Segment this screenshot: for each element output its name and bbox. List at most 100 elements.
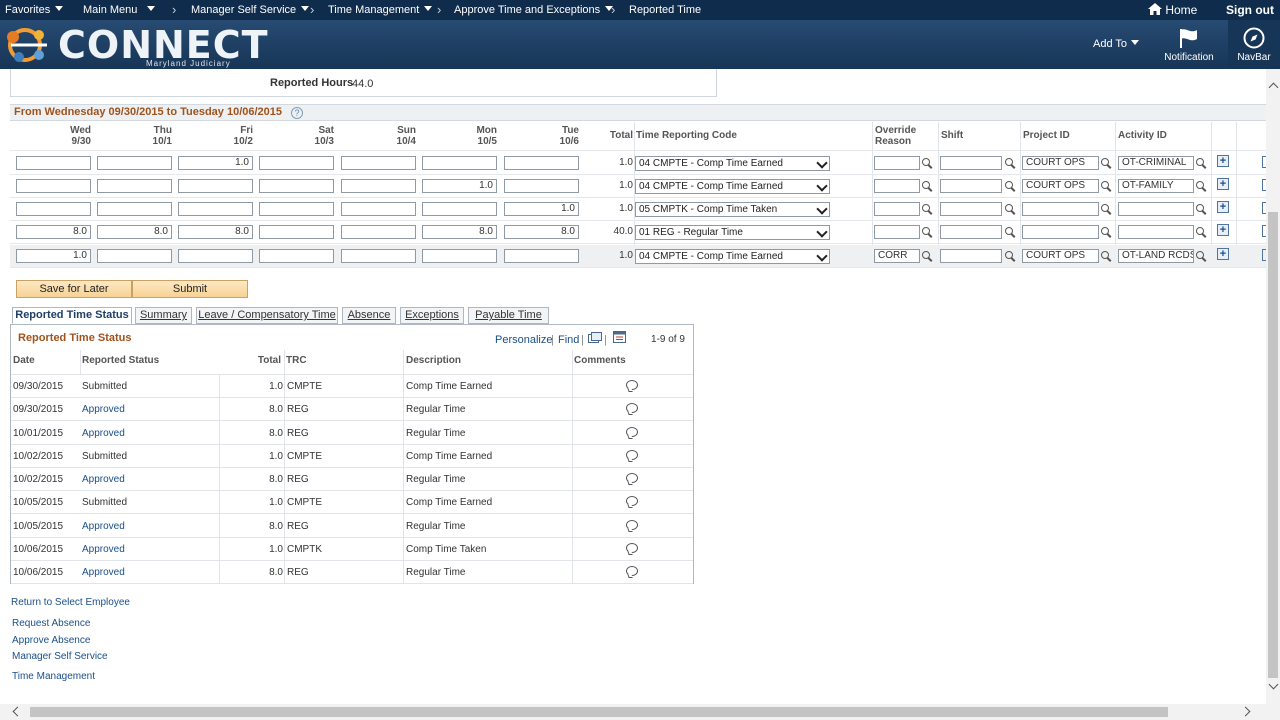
hours-input[interactable] xyxy=(16,156,91,170)
hours-input[interactable] xyxy=(178,249,253,263)
hours-input[interactable]: 8.0 xyxy=(422,225,497,239)
project-id-input[interactable]: COURT OPS xyxy=(1022,179,1099,193)
reported-status[interactable]: Approved xyxy=(82,544,125,555)
override-reason-input[interactable]: CORR xyxy=(874,249,920,263)
activity-id-input[interactable]: OT-FAMILY xyxy=(1118,179,1194,193)
hours-input[interactable] xyxy=(504,156,579,170)
vertical-scroll-thumb[interactable] xyxy=(1268,212,1278,678)
reported-status[interactable]: Approved xyxy=(82,404,125,415)
help-icon[interactable]: ? xyxy=(291,107,303,119)
lookup-icon[interactable] xyxy=(1101,158,1112,169)
tab-payable-time[interactable]: Payable Time xyxy=(468,307,549,324)
hours-input[interactable] xyxy=(422,202,497,216)
reported-status[interactable]: Approved xyxy=(82,567,125,578)
add-row-icon[interactable]: + xyxy=(1217,178,1229,190)
hours-input[interactable] xyxy=(259,202,334,216)
hours-input[interactable]: 8.0 xyxy=(97,225,172,239)
find-link[interactable]: Find xyxy=(558,334,579,346)
activity-id-input[interactable] xyxy=(1118,202,1194,216)
shift-input[interactable] xyxy=(940,225,1002,239)
hours-input[interactable] xyxy=(178,202,253,216)
hours-input[interactable] xyxy=(259,225,334,239)
hours-input[interactable] xyxy=(504,179,579,193)
hours-input[interactable] xyxy=(97,202,172,216)
hours-input[interactable] xyxy=(341,249,416,263)
sign-out-link[interactable]: Sign out xyxy=(1226,3,1274,17)
breadcrumb-time-management[interactable]: Time Management xyxy=(328,4,433,16)
add-row-icon[interactable]: + xyxy=(1217,201,1229,213)
override-reason-input[interactable] xyxy=(874,156,920,170)
comment-icon[interactable] xyxy=(626,380,638,390)
tab-absence[interactable]: Absence xyxy=(342,307,396,324)
shift-input[interactable] xyxy=(940,179,1002,193)
comment-icon[interactable] xyxy=(626,566,638,576)
request-absence-link[interactable]: Request Absence xyxy=(12,618,90,629)
lookup-icon[interactable] xyxy=(922,158,933,169)
hours-input[interactable]: 8.0 xyxy=(504,225,579,239)
hours-input[interactable] xyxy=(16,202,91,216)
override-reason-input[interactable] xyxy=(874,202,920,216)
shift-input[interactable] xyxy=(940,202,1002,216)
hours-input[interactable]: 8.0 xyxy=(16,225,91,239)
hours-input[interactable] xyxy=(16,179,91,193)
hours-input[interactable]: 1.0 xyxy=(16,249,91,263)
breadcrumb-manager-self-service[interactable]: Manager Self Service xyxy=(191,4,310,16)
lookup-icon[interactable] xyxy=(1005,158,1016,169)
lookup-icon[interactable] xyxy=(1101,204,1112,215)
comment-icon[interactable] xyxy=(626,449,638,460)
main-menu[interactable]: Main Menu xyxy=(83,4,156,16)
reported-status[interactable]: Approved xyxy=(82,521,125,532)
personalize-link[interactable]: Personalize xyxy=(495,334,552,346)
add-row-icon[interactable]: + xyxy=(1217,155,1229,167)
hours-input[interactable] xyxy=(422,249,497,263)
time-management-link[interactable]: Time Management xyxy=(12,671,95,682)
hours-input[interactable] xyxy=(259,179,334,193)
reported-status[interactable]: Approved xyxy=(82,474,125,485)
hours-input[interactable]: 8.0 xyxy=(178,225,253,239)
lookup-icon[interactable] xyxy=(1005,227,1016,238)
trc-select[interactable]: 04 CMPTE - Comp Time Earned xyxy=(635,179,830,194)
submit-button[interactable]: Submit xyxy=(132,280,248,298)
approve-absence-link[interactable]: Approve Absence xyxy=(12,635,90,646)
hours-input[interactable] xyxy=(97,156,172,170)
hours-input[interactable] xyxy=(504,249,579,263)
horizontal-scroll-thumb[interactable] xyxy=(30,707,1168,717)
add-row-icon[interactable]: + xyxy=(1217,248,1229,260)
tab-leave-compensatory[interactable]: Leave / Compensatory Time xyxy=(196,307,338,324)
lookup-icon[interactable] xyxy=(1196,204,1207,215)
project-id-input[interactable]: COURT OPS xyxy=(1022,156,1099,170)
lookup-icon[interactable] xyxy=(922,227,933,238)
override-reason-input[interactable] xyxy=(874,225,920,239)
comment-icon[interactable] xyxy=(626,542,638,553)
lookup-icon[interactable] xyxy=(1005,204,1016,215)
lookup-icon[interactable] xyxy=(1005,181,1016,192)
download-icon[interactable] xyxy=(613,331,626,343)
comment-icon[interactable] xyxy=(626,473,638,483)
hours-input[interactable]: 1.0 xyxy=(178,156,253,170)
hours-input[interactable] xyxy=(341,156,416,170)
trc-select[interactable]: 01 REG - Regular Time xyxy=(635,225,830,240)
hours-input[interactable]: 1.0 xyxy=(504,202,579,216)
lookup-icon[interactable] xyxy=(922,204,933,215)
lookup-icon[interactable] xyxy=(1196,251,1207,262)
trc-select[interactable]: 04 CMPTE - Comp Time Earned xyxy=(635,249,830,264)
hours-input[interactable] xyxy=(341,202,416,216)
lookup-icon[interactable] xyxy=(1196,158,1207,169)
lookup-icon[interactable] xyxy=(1101,251,1112,262)
add-to-menu[interactable]: Add To xyxy=(1093,38,1140,50)
trc-select[interactable]: 04 CMPTE - Comp Time Earned xyxy=(635,156,830,171)
navbar-button[interactable]: NavBar xyxy=(1228,20,1280,69)
project-id-input[interactable] xyxy=(1022,202,1099,216)
shift-input[interactable] xyxy=(940,156,1002,170)
hours-input[interactable] xyxy=(178,179,253,193)
lookup-icon[interactable] xyxy=(1101,227,1112,238)
shift-input[interactable] xyxy=(940,249,1002,263)
activity-id-input[interactable] xyxy=(1118,225,1194,239)
favorites-menu[interactable]: Favorites xyxy=(5,4,64,16)
hours-input[interactable] xyxy=(259,249,334,263)
lookup-icon[interactable] xyxy=(922,181,933,192)
activity-id-input[interactable]: OT-CRIMINAL xyxy=(1118,156,1194,170)
notification-button[interactable]: Notification xyxy=(1156,20,1222,69)
comment-icon[interactable] xyxy=(626,426,638,437)
project-id-input[interactable] xyxy=(1022,225,1099,239)
